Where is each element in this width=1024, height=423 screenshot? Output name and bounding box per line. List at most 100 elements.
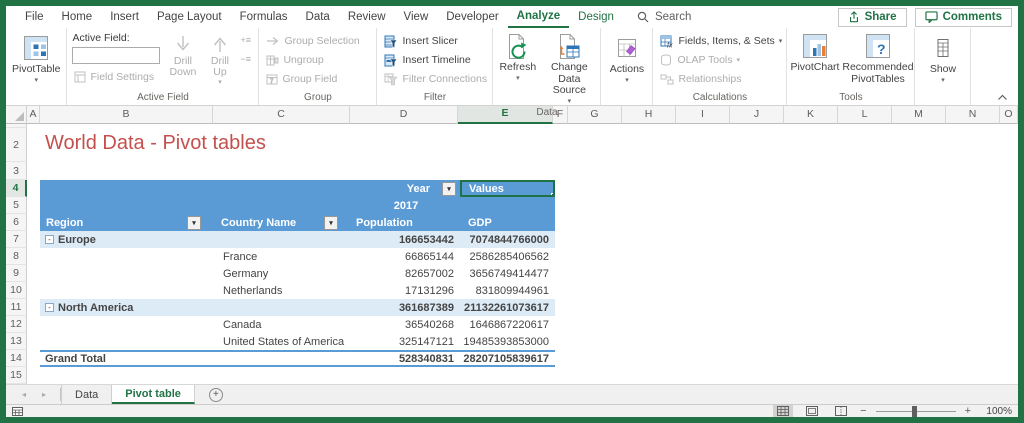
year-filter-dropdown[interactable]: ▾ — [442, 181, 456, 196]
country-header-cell[interactable]: Country Name ▾ — [215, 214, 352, 231]
country-cell[interactable]: United States of America — [215, 333, 352, 350]
cell-c5[interactable] — [215, 197, 352, 214]
sheet-tab-data[interactable]: Data — [61, 385, 113, 404]
cell-b5[interactable] — [40, 197, 215, 214]
sheet-tab-pivot-table[interactable]: Pivot table — [112, 385, 195, 404]
region-cell[interactable] — [40, 265, 215, 282]
column-header-A[interactable]: A — [27, 106, 40, 124]
menu-tab-formulas[interactable]: Formulas — [231, 6, 297, 28]
menu-tab-home[interactable]: Home — [53, 6, 102, 28]
column-header-O[interactable]: O — [1000, 106, 1018, 124]
population-cell[interactable]: 82657002 — [352, 265, 460, 282]
pivottable-button[interactable]: PivotTable ▾ — [9, 29, 63, 85]
zoom-slider[interactable] — [875, 405, 956, 417]
column-header-K[interactable]: K — [784, 106, 838, 124]
page-layout-view-button[interactable] — [802, 405, 822, 417]
row-header-2[interactable]: 2 — [6, 128, 27, 162]
group-field-button[interactable]: 7 Group Field — [262, 70, 341, 88]
region-cell[interactable]: - Europe — [40, 231, 215, 248]
column-header-C[interactable]: C — [213, 106, 350, 124]
fields-items-sets-button[interactable]: fx Fields, Items, & Sets ▾ — [656, 32, 786, 50]
region-cell[interactable] — [40, 316, 215, 333]
zoom-in-button[interactable]: + — [965, 405, 971, 417]
field-settings-button[interactable]: Field Settings — [70, 68, 162, 86]
population-cell[interactable]: 166653442 — [352, 231, 460, 248]
row-header-10[interactable]: 10 — [6, 282, 27, 299]
cell-d4[interactable]: Year ▾ — [352, 180, 460, 197]
cell-d5[interactable]: 2017 — [352, 197, 460, 214]
menu-tab-page-layout[interactable]: Page Layout — [148, 6, 231, 28]
page-break-view-button[interactable] — [831, 405, 851, 417]
change-data-source-button[interactable]: Change Data Source ▾ — [541, 29, 597, 106]
column-header-N[interactable]: N — [946, 106, 1000, 124]
gdp-cell[interactable]: 28207105839617 — [460, 352, 555, 365]
row-header-11[interactable]: 11 — [6, 299, 27, 316]
show-button[interactable]: Show ▾ — [918, 29, 967, 85]
menu-tab-insert[interactable]: Insert — [101, 6, 148, 28]
menu-tab-design[interactable]: Design — [569, 6, 623, 28]
region-cell[interactable] — [40, 282, 215, 299]
column-header-B[interactable]: B — [40, 106, 213, 124]
country-cell[interactable] — [215, 352, 352, 365]
fill-handle[interactable] — [551, 193, 553, 195]
country-cell[interactable] — [215, 299, 352, 316]
cell-b4[interactable] — [40, 180, 215, 197]
sheet-canvas[interactable]: World Data - Pivot tables Year ▾ Values — [27, 124, 1018, 384]
population-cell[interactable]: 36540268 — [352, 316, 460, 333]
row-header-14[interactable]: 14 — [6, 350, 27, 367]
olap-tools-button[interactable]: OLAP Tools ▾ — [656, 51, 744, 69]
cell-e4-active[interactable]: Values — [460, 180, 555, 197]
collapse-ribbon-button[interactable] — [997, 94, 1008, 101]
region-cell[interactable]: Grand Total — [40, 352, 215, 365]
sheet-nav-left-icon[interactable]: ◂ — [22, 390, 26, 399]
region-cell[interactable]: - North America — [40, 299, 215, 316]
insert-timeline-button[interactable]: Insert Timeline — [380, 51, 474, 69]
expand-field-icon[interactable]: +≡ — [240, 35, 251, 45]
gdp-cell[interactable]: 7074844766000 — [460, 231, 555, 248]
region-cell[interactable] — [40, 333, 215, 350]
country-filter-dropdown[interactable]: ▾ — [324, 215, 338, 230]
region-cell[interactable] — [40, 248, 215, 265]
zoom-level[interactable]: 100% — [980, 406, 1012, 417]
insert-slicer-button[interactable]: Insert Slicer — [380, 32, 461, 50]
gdp-cell[interactable]: 2586285406562 — [460, 248, 555, 265]
gdp-cell[interactable]: 19485393853000 — [460, 333, 555, 350]
actions-button[interactable]: Actions ▾ — [604, 29, 649, 85]
collapse-group-button[interactable]: - — [45, 235, 54, 244]
menu-tab-developer[interactable]: Developer — [437, 6, 507, 28]
gdp-cell[interactable]: 21132261073617 — [460, 299, 555, 316]
gdp-cell[interactable]: 831809944961 — [460, 282, 555, 299]
population-cell[interactable]: 528340831 — [352, 352, 460, 365]
country-cell[interactable] — [215, 231, 352, 248]
menu-tab-file[interactable]: File — [16, 6, 53, 28]
row-header-8[interactable]: 8 — [6, 248, 27, 265]
normal-view-button[interactable] — [773, 405, 794, 417]
group-selection-button[interactable]: Group Selection — [262, 32, 363, 50]
menu-tab-review[interactable]: Review — [339, 6, 395, 28]
recommended-pivottables-button[interactable]: ? Recommended PivotTables — [842, 29, 914, 85]
column-header-M[interactable]: M — [892, 106, 946, 124]
new-sheet-button[interactable]: + — [208, 387, 223, 402]
row-header-4[interactable]: 4 — [6, 180, 27, 197]
zoom-out-button[interactable]: − — [860, 405, 866, 417]
menu-tab-analyze[interactable]: Analyze — [507, 6, 570, 28]
row-header-15[interactable]: 15 — [6, 367, 27, 384]
row-header-3[interactable]: 3 — [6, 162, 27, 180]
active-field-input[interactable] — [72, 47, 161, 64]
zoom-slider-handle[interactable] — [911, 405, 917, 417]
refresh-button[interactable]: Refresh ▾ — [496, 29, 539, 83]
column-header-H[interactable]: H — [622, 106, 676, 124]
country-cell[interactable]: Germany — [215, 265, 352, 282]
menu-tab-view[interactable]: View — [395, 6, 438, 28]
collapse-group-button[interactable]: - — [45, 303, 54, 312]
share-button[interactable]: Share — [837, 7, 907, 27]
gdp-header-cell[interactable]: GDP — [460, 214, 555, 231]
gdp-cell[interactable]: 1646867220617 — [460, 316, 555, 333]
row-header-7[interactable]: 7 — [6, 231, 27, 248]
pivotchart-button[interactable]: PivotChart — [789, 29, 841, 74]
cell-c4[interactable] — [215, 180, 352, 197]
search-box[interactable]: Search — [637, 6, 691, 28]
cell-e5[interactable] — [460, 197, 555, 214]
drill-down-button[interactable]: Drill Down — [166, 29, 199, 78]
region-filter-dropdown[interactable]: ▾ — [187, 215, 201, 230]
